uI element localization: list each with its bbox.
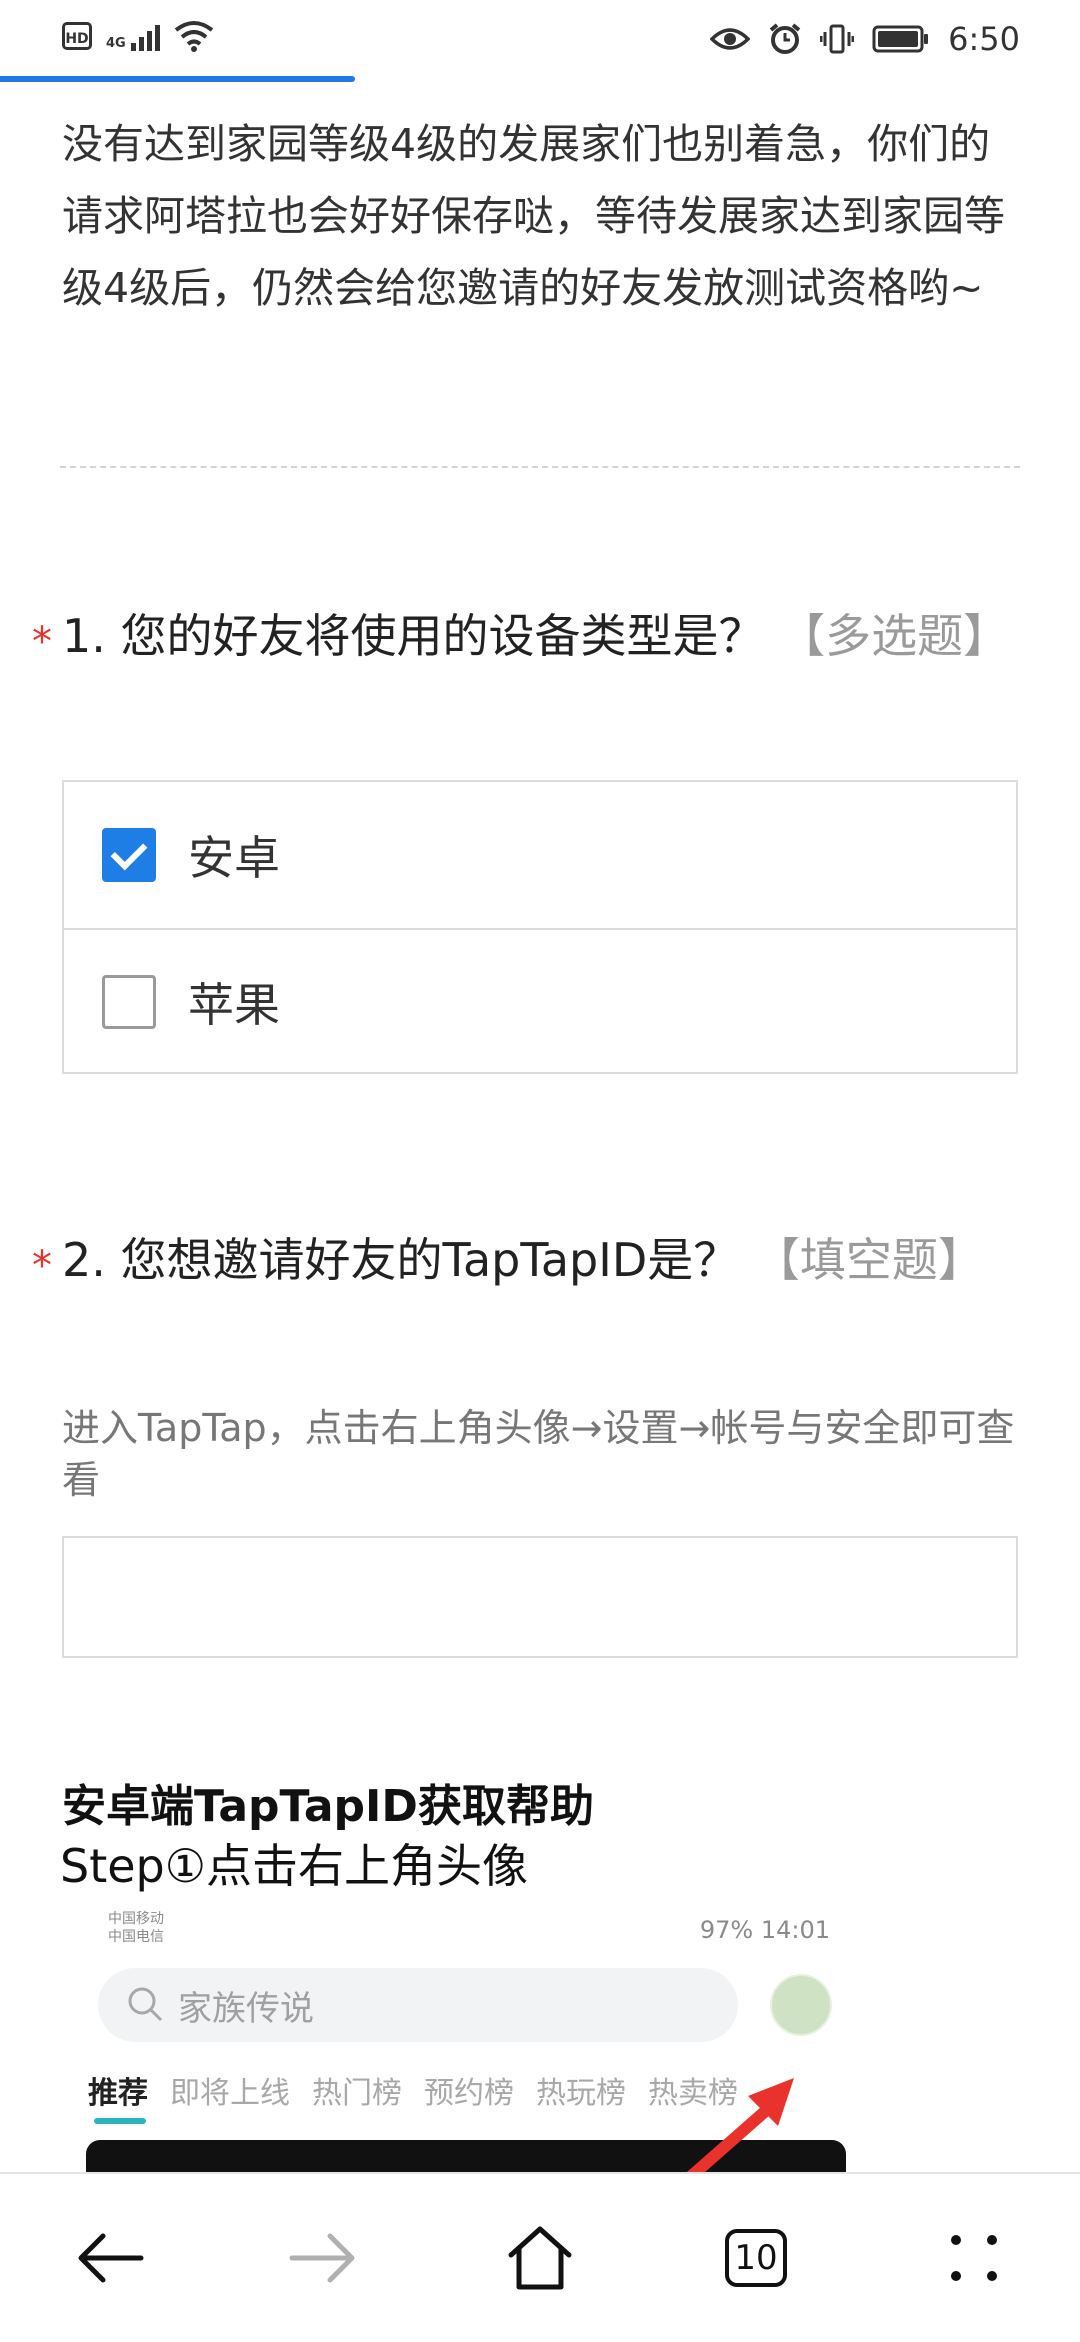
- menu-icon: [951, 2235, 997, 2281]
- wifi-icon: [174, 21, 213, 52]
- question-2-text: 2. 您想邀请好友的TapTapID是？: [62, 1233, 740, 1287]
- option-android-label: 安卓: [188, 831, 280, 885]
- status-time: 6:50: [948, 20, 1020, 58]
- alarm-icon: [769, 23, 801, 54]
- forward-button[interactable]: [253, 2174, 393, 2342]
- network-type: 4G: [106, 36, 126, 51]
- question-2-type: 【填空题】: [753, 1233, 984, 1287]
- home-icon: [508, 2226, 572, 2290]
- question-2-hint: 进入TapTap，点击右上角头像→设置→帐号与安全即可查看: [62, 1406, 1015, 1502]
- home-button[interactable]: [470, 2174, 610, 2342]
- battery-icon: [872, 25, 929, 53]
- question-1-options: 安卓 苹果: [62, 780, 1018, 1074]
- required-mark: *: [32, 619, 52, 665]
- vibrate-icon: [820, 24, 855, 54]
- back-icon: [78, 2233, 144, 2283]
- status-left: HD 4G: [62, 20, 214, 52]
- hd-icon: HD: [62, 22, 92, 50]
- forward-icon: [289, 2233, 355, 2283]
- taptap-id-input[interactable]: [62, 1536, 1018, 1658]
- signal-icon: 4G: [106, 21, 160, 51]
- question-1-text: 1. 您的好友将使用的设备类型是？: [62, 609, 765, 663]
- menu-button[interactable]: [904, 2174, 1044, 2342]
- back-button[interactable]: [40, 2174, 180, 2342]
- checkbox-apple[interactable]: [102, 975, 156, 1029]
- required-mark: *: [32, 1243, 52, 1289]
- question-1-title: * 1. 您的好友将使用的设备类型是？ 【多选题】: [32, 600, 1022, 672]
- question-2-title: * 2. 您想邀请好友的TapTapID是？ 【填空题】: [32, 1224, 1022, 1296]
- checkbox-android-checked[interactable]: [102, 828, 156, 882]
- browser-bottom-nav: 10: [0, 2172, 1080, 2342]
- eye-icon: [710, 28, 751, 50]
- option-apple-label: 苹果: [188, 978, 280, 1032]
- page-load-progress: [0, 76, 355, 82]
- help-step: Step①点击右上角头像: [60, 1839, 528, 1893]
- intro-paragraph: 没有达到家园等级4级的发展家们也别着急，你们的请求阿塔拉也会好好保存哒，等待发展…: [62, 120, 1005, 312]
- option-android[interactable]: 安卓: [64, 782, 1016, 928]
- option-apple[interactable]: 苹果: [64, 928, 1016, 1074]
- status-right: 6:50: [710, 20, 1020, 58]
- status-bar: HD 4G 6:50: [0, 0, 1080, 82]
- question-1-type: 【多选题】: [779, 609, 1010, 663]
- tabs-icon: 10: [725, 2229, 787, 2287]
- help-title: 安卓端TapTapID获取帮助: [62, 1781, 594, 1832]
- tabs-button[interactable]: 10: [686, 2174, 826, 2342]
- section-divider: [60, 466, 1020, 468]
